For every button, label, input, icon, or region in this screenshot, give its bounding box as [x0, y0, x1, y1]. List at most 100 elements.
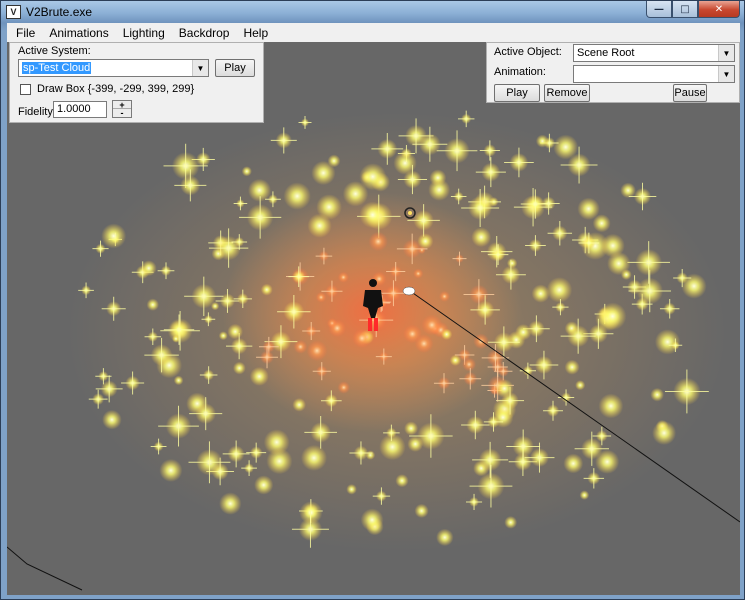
particle-spark: [337, 271, 349, 283]
draw-box-checkbox[interactable]: [20, 84, 31, 95]
particle-spark: [292, 398, 307, 412]
caption-buttons: — □ ✕: [646, 1, 740, 19]
particle-spark: [233, 361, 246, 375]
chevron-down-icon[interactable]: ▼: [192, 60, 208, 76]
floor-edge-line: [7, 546, 83, 591]
active-system-value: sp-Test Cloud: [22, 62, 92, 74]
window-title: V2Brute.exe: [26, 5, 93, 19]
particle-spark: [241, 166, 252, 177]
particle-spark: [421, 314, 443, 336]
particle-spark: [101, 223, 127, 249]
particle-spark: [515, 324, 532, 341]
emitter-handle[interactable]: [402, 286, 416, 296]
draw-box-label: Draw Box {-399, -299, 399, 299}: [37, 83, 195, 95]
animation-pause-button[interactable]: Pause: [673, 84, 707, 102]
fidelity-input[interactable]: 1.0000: [53, 101, 107, 118]
animation-remove-button[interactable]: Remove: [544, 84, 590, 102]
particle-spark: [449, 354, 462, 366]
render-viewport[interactable]: [7, 42, 740, 595]
particle-spark: [577, 197, 600, 220]
particle-spark: [495, 379, 514, 398]
app-icon: V: [6, 5, 21, 19]
particle-spark: [327, 154, 341, 168]
particle-spark: [439, 290, 450, 302]
particle-spark: [575, 380, 586, 391]
particle-spark: [337, 381, 350, 394]
particle-spark: [607, 251, 631, 276]
particle-spark: [346, 484, 357, 495]
particle-spark: [248, 178, 271, 202]
particle-spark: [436, 528, 454, 547]
particle-spark: [471, 227, 492, 248]
particle-spark: [462, 357, 477, 372]
particle-spark: [146, 298, 159, 311]
active-system-label: Active System:: [18, 45, 91, 57]
animation-select[interactable]: ▼: [573, 65, 735, 83]
active-object-select[interactable]: Scene Root ▼: [573, 44, 735, 62]
particle-spark: [260, 283, 273, 296]
close-button[interactable]: ✕: [698, 1, 740, 18]
particle-spark: [368, 231, 388, 252]
particle-spark: [414, 503, 429, 518]
particle-spark: [404, 421, 419, 436]
particle-spark: [563, 453, 584, 474]
particle-spark: [249, 366, 269, 386]
particle-spark: [652, 421, 677, 445]
particle-spark: [254, 475, 274, 495]
chevron-down-icon[interactable]: ▼: [718, 66, 734, 82]
particle-spark: [227, 323, 243, 340]
particle-spark: [414, 334, 434, 353]
particle-spark: [219, 492, 242, 515]
particle-spark: [546, 277, 573, 303]
particle-spark: [504, 516, 518, 529]
particle-spark: [440, 328, 453, 340]
menu-lighting[interactable]: Lighting: [116, 26, 172, 40]
particle-spark: [283, 182, 311, 210]
particle-spark: [218, 331, 228, 341]
particle-spark: [140, 260, 157, 277]
chevron-down-icon[interactable]: ▼: [718, 45, 734, 61]
system-play-button[interactable]: Play: [215, 59, 255, 77]
fidelity-stepper[interactable]: + -: [112, 100, 132, 118]
light-marker-dot: [408, 211, 412, 215]
particle-spark: [301, 444, 327, 471]
menu-bar: File Animations Lighting Backdrop Help: [7, 23, 740, 42]
menu-animations[interactable]: Animations: [42, 26, 115, 40]
stepper-down-icon[interactable]: -: [113, 109, 131, 118]
title-bar[interactable]: V V2Brute.exe — □ ✕: [1, 1, 744, 23]
animation-label: Animation:: [494, 66, 546, 78]
active-object-value: Scene Root: [577, 47, 635, 59]
particle-spark: [413, 268, 424, 279]
particle-spark: [359, 163, 387, 191]
menu-help[interactable]: Help: [236, 26, 275, 40]
maximize-button[interactable]: □: [672, 1, 698, 18]
particle-spark: [102, 409, 122, 430]
particle-spark: [579, 490, 590, 500]
menu-backdrop[interactable]: Backdrop: [172, 26, 237, 40]
particle-spark: [359, 201, 387, 229]
system-panel: Active System: sp-Test Cloud ▼ Play Draw…: [9, 42, 264, 123]
close-icon: ✕: [714, 3, 724, 15]
particle-scene[interactable]: [7, 42, 740, 595]
app-window: V V2Brute.exe — □ ✕ File Animations Ligh…: [0, 0, 745, 600]
particle-spark: [352, 328, 372, 348]
particle-spark: [266, 448, 293, 475]
particle-spark: [535, 134, 549, 148]
particle-spark: [620, 182, 636, 199]
particle-spark: [650, 387, 664, 402]
particle-spark: [173, 375, 184, 386]
animation-play-button[interactable]: Play: [494, 84, 540, 102]
object-panel: Active Object: Scene Root ▼ Animation: ▼…: [486, 42, 740, 103]
particle-spark: [564, 359, 580, 375]
particle-spark: [159, 458, 183, 482]
particle-spark: [306, 340, 328, 362]
particle-spark: [598, 393, 624, 419]
particle-spark: [360, 508, 384, 532]
menu-file[interactable]: File: [9, 26, 42, 40]
particle-spark: [428, 178, 451, 201]
active-system-select[interactable]: sp-Test Cloud ▼: [18, 59, 209, 77]
particle-spark: [307, 213, 332, 238]
particle-spark: [395, 474, 409, 488]
minimize-button[interactable]: —: [646, 1, 672, 18]
maximize-icon: □: [680, 3, 690, 15]
